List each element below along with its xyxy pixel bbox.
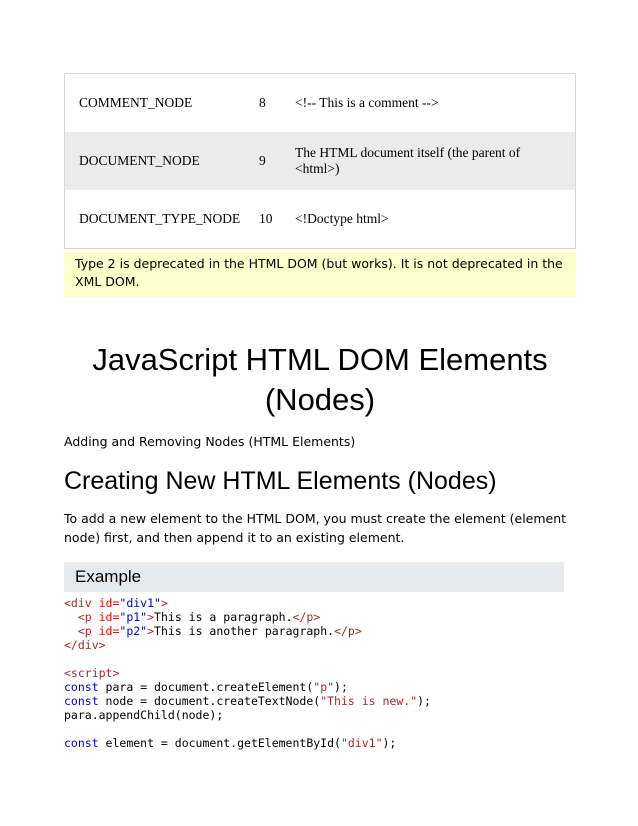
code-token-plain: This is a paragraph.	[154, 610, 293, 624]
code-line: </div>	[64, 638, 576, 652]
node-description-cell: <!Doctype html>	[295, 211, 389, 226]
code-line: <div id="div1">	[64, 596, 576, 610]
code-token-tag: <p	[64, 610, 99, 624]
code-token-str: "p"	[313, 680, 335, 694]
code-token-tag: <div	[64, 596, 99, 610]
code-token-tag: <p	[64, 624, 99, 638]
code-token-tag: >	[147, 610, 155, 624]
code-token-str: "div1"	[340, 736, 383, 750]
code-line: para.appendChild(node);	[64, 708, 576, 722]
code-token-val: "p2"	[119, 624, 148, 638]
code-token-tag: >	[160, 596, 168, 610]
table-row: DOCUMENT_TYPE_NODE 10 <!Doctype html>	[65, 190, 576, 249]
code-token-plain: node = document.createTextNode(	[98, 694, 321, 708]
code-token-val: "div1"	[119, 596, 161, 610]
code-line: const node = document.createTextNode("Th…	[64, 694, 576, 708]
code-token-plain: This is another paragraph.	[154, 624, 335, 638]
node-name-cell: DOCUMENT_NODE	[79, 153, 200, 168]
code-token-tag: </div>	[64, 638, 106, 652]
subtitle-text: Adding and Removing Nodes (HTML Elements…	[64, 434, 356, 449]
code-token-plain: element = document.getElementById(	[98, 736, 341, 750]
node-value-cell: 9	[259, 153, 266, 168]
code-line: const element = document.getElementById(…	[64, 736, 576, 750]
example-label: Example	[75, 567, 142, 586]
table-row: DOCUMENT_NODE 9 The HTML document itself (…	[64, 132, 576, 190]
code-token-attr: id=	[98, 596, 120, 610]
intro-paragraph: To add a new element to the HTML DOM, yo…	[64, 511, 567, 545]
code-line: const para = document.createElement("p")…	[64, 680, 576, 694]
code-token-kw: const	[64, 680, 99, 694]
code-token-tag: >	[147, 624, 155, 638]
code-token-kw: const	[64, 694, 99, 708]
code-token-tag: <script>	[64, 666, 120, 680]
code-token-str: "This is new."	[320, 694, 418, 708]
page-title: JavaScript HTML DOM Elements (Nodes)	[92, 342, 548, 417]
document-page: COMMENT_NODE 8 <!-- This is a comment --> D…	[0, 0, 638, 826]
node-description-cell: The HTML document itself (the parent of …	[295, 145, 521, 176]
code-token-plain: );	[417, 694, 431, 708]
code-token-kw: const	[64, 736, 99, 750]
node-value-cell: 8	[259, 95, 266, 110]
node-name-cell: DOCUMENT_TYPE_NODE	[79, 211, 241, 226]
example-header: Example	[64, 562, 564, 592]
node-table-body: COMMENT_NODE 8 <!-- This is a comment --> D…	[64, 74, 576, 249]
code-block: <div id="div1"> <p id="p1">This is a par…	[64, 596, 576, 750]
code-token-tag: </p>	[292, 610, 321, 624]
node-name-cell: COMMENT_NODE	[79, 95, 193, 110]
deprecation-note: Type 2 is deprecated in the HTML DOM (bu…	[64, 251, 576, 297]
code-line: <script>	[64, 666, 576, 680]
section-heading: Creating New HTML Elements (Nodes)	[64, 467, 497, 495]
code-token-plain: para.appendChild(node);	[64, 708, 224, 722]
code-line: <p id="p1">This is a paragraph.</p>	[64, 610, 576, 624]
node-description-cell: <!-- This is a comment -->	[295, 95, 439, 110]
code-token-attr: id=	[98, 610, 120, 624]
code-token-val: "p1"	[119, 610, 148, 624]
code-token-plain: para = document.createElement(	[98, 680, 314, 694]
code-token-tag: </p>	[334, 624, 362, 638]
node-types-table: COMMENT_NODE 8 <!-- This is a comment --> D…	[64, 73, 576, 249]
node-value-cell: 10	[259, 211, 273, 226]
code-token-plain: );	[382, 736, 397, 750]
table-row: COMMENT_NODE 8 <!-- This is a comment -->	[65, 74, 576, 133]
code-line: <p id="p2">This is another paragraph.</p…	[64, 624, 576, 638]
code-token-attr: id=	[98, 624, 120, 638]
code-token-plain: );	[334, 680, 348, 694]
